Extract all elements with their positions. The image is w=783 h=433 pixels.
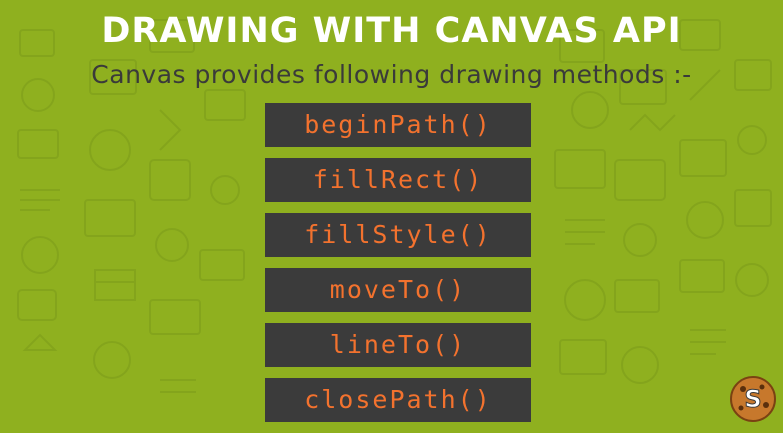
logo-letter: S bbox=[744, 385, 761, 413]
method-begin-path[interactable]: beginPath() bbox=[265, 103, 531, 147]
method-fill-style[interactable]: fillStyle() bbox=[265, 213, 531, 257]
method-move-to[interactable]: moveTo() bbox=[265, 268, 531, 312]
cookie-logo-icon: S bbox=[730, 376, 776, 422]
slide-subtitle: Canvas provides following drawing method… bbox=[91, 60, 692, 89]
method-close-path[interactable]: closePath() bbox=[265, 378, 531, 422]
slide-title: DRAWING WITH CANVAS API bbox=[101, 11, 682, 51]
method-list: beginPath() fillRect() fillStyle() moveT… bbox=[265, 103, 531, 433]
method-line-to[interactable]: lineTo() bbox=[265, 323, 531, 367]
method-fill-rect[interactable]: fillRect() bbox=[265, 158, 531, 202]
slide: DRAWING WITH CANVAS API Canvas provides … bbox=[0, 0, 783, 433]
